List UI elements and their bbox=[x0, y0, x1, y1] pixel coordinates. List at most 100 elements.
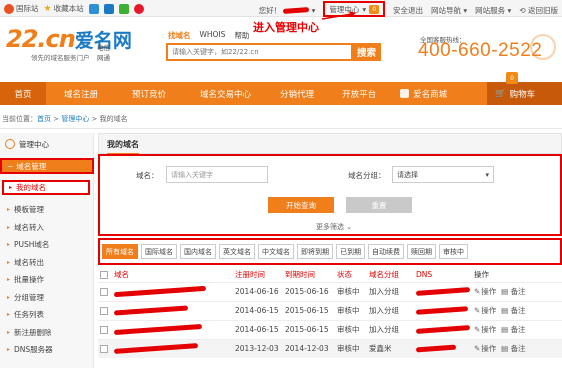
breadcrumb-home[interactable]: 首页 bbox=[37, 115, 51, 123]
sidebar-item-my-domains[interactable]: ▸ 我的域名 bbox=[2, 180, 90, 195]
breadcrumb-current: 我的域名 bbox=[99, 115, 128, 123]
intl-site-link[interactable]: 国际站 bbox=[4, 3, 39, 14]
tab-auto-renew[interactable]: 自动续费 bbox=[368, 244, 404, 259]
note-icon: ▤ bbox=[501, 344, 509, 354]
domain-redacted[interactable] bbox=[113, 305, 189, 316]
wechat-icon[interactable] bbox=[118, 3, 129, 14]
col-domain[interactable]: 域名 bbox=[112, 267, 233, 282]
old-version-link[interactable]: ⟲ 返回旧版 bbox=[519, 5, 558, 16]
tab-intl-domains[interactable]: 国际域名 bbox=[141, 244, 177, 259]
domain-table: 域名 注册时间 到期时间 状态 域名分组 DNS 操作 2014-06-16 2… bbox=[98, 267, 562, 358]
cart-count-badge: 0 bbox=[506, 72, 518, 84]
reset-button[interactable]: 重置 bbox=[346, 197, 412, 213]
search-input[interactable] bbox=[168, 48, 351, 56]
sidebar-item[interactable]: ▸ 批量操作 bbox=[0, 271, 94, 289]
phone-app-icon[interactable] bbox=[88, 3, 99, 14]
qq-icon[interactable] bbox=[103, 3, 114, 14]
domain-keyword-input[interactable]: 请输入关键字 bbox=[166, 166, 268, 183]
group-link[interactable]: 加入分组 bbox=[367, 281, 414, 301]
operate-link[interactable]: ✎操作 bbox=[474, 325, 496, 334]
star-icon: ★ bbox=[43, 3, 52, 14]
message-count-badge: 0 bbox=[369, 4, 380, 14]
store-icon bbox=[400, 89, 410, 98]
group-link[interactable]: 加入分组 bbox=[367, 319, 414, 339]
domain-redacted[interactable] bbox=[113, 285, 207, 298]
username-redacted bbox=[283, 6, 310, 14]
more-filters-toggle[interactable]: 更多筛选 ⌄ bbox=[312, 222, 357, 232]
tab-chinese-domains[interactable]: 中文域名 bbox=[258, 244, 294, 259]
group-link[interactable]: 加入分组 bbox=[367, 300, 414, 320]
phone-icon bbox=[530, 34, 556, 60]
group-link[interactable]: 爱鑫米 bbox=[367, 338, 414, 358]
tab-all-domains[interactable]: 所有域名 bbox=[102, 244, 138, 259]
sidebar-item[interactable]: ▸ 任务列表 bbox=[0, 306, 94, 324]
group-select[interactable]: 请选择 ▾ bbox=[392, 166, 494, 183]
nav-reseller[interactable]: 分销代理 bbox=[280, 82, 314, 105]
nav-open-platform[interactable]: 开放平台 bbox=[342, 82, 376, 105]
tab-cn-domains[interactable]: 国内域名 bbox=[180, 244, 216, 259]
row-checkbox[interactable] bbox=[100, 326, 108, 334]
cart-button[interactable]: 🛒 购物车 bbox=[487, 82, 562, 105]
sidebar-item[interactable]: ▸ 域名转出 bbox=[0, 254, 94, 272]
domain-redacted[interactable] bbox=[113, 343, 199, 355]
tab-under-review[interactable]: 审核中 bbox=[439, 244, 468, 259]
tab-help[interactable]: 帮助 bbox=[234, 30, 249, 41]
search-button[interactable]: 搜索 bbox=[352, 43, 381, 61]
tab-expiring[interactable]: 即将到期 bbox=[297, 244, 333, 259]
weibo-icon[interactable] bbox=[133, 3, 144, 14]
site-service-menu[interactable]: 网站服务 ▾ bbox=[475, 5, 511, 16]
wrench-icon: ✎ bbox=[474, 287, 481, 296]
logout-link[interactable]: 安全退出 bbox=[393, 5, 423, 16]
operate-link[interactable]: ✎操作 bbox=[474, 287, 496, 296]
col-reg-date[interactable]: 注册时间 bbox=[233, 267, 283, 282]
operate-link[interactable]: ✎操作 bbox=[474, 306, 496, 315]
search-input-wrap bbox=[166, 43, 353, 61]
select-all-checkbox[interactable] bbox=[100, 270, 108, 279]
domain-label: 域名： bbox=[136, 171, 159, 180]
sidebar-item[interactable]: ▸ 新注册删除 bbox=[0, 324, 94, 342]
note-link[interactable]: ▤ 备注 bbox=[501, 325, 525, 334]
globe-icon bbox=[4, 3, 14, 14]
sidebar-item[interactable]: ▸ PUSH域名 bbox=[0, 236, 94, 254]
tab-redemption[interactable]: 赎回期 bbox=[407, 244, 436, 259]
nav-preorder-bid[interactable]: 预订竞价 bbox=[132, 82, 166, 105]
nav-store[interactable]: 爱名商城 bbox=[400, 82, 447, 105]
dns-redacted bbox=[415, 344, 457, 353]
operate-link[interactable]: ✎操作 bbox=[474, 344, 496, 353]
tab-expired[interactable]: 已到期 bbox=[336, 244, 365, 259]
site-logo[interactable]: 22.cn爱名网 领先的域名服务门户 bbox=[6, 25, 132, 62]
row-checkbox[interactable] bbox=[100, 307, 108, 315]
table-row: 2013-12-03 2014-12-03 审核中 爱鑫米 ✎操作 ▤ 备注 bbox=[98, 338, 562, 358]
note-link[interactable]: ▤ 备注 bbox=[501, 306, 525, 315]
bookmark-link[interactable]: ★ 收藏本站 bbox=[44, 3, 84, 14]
tab-english-domains[interactable]: 英文域名 bbox=[219, 244, 255, 259]
note-link[interactable]: ▤ 备注 bbox=[501, 287, 525, 296]
col-exp-date[interactable]: 到期时间 bbox=[283, 267, 335, 282]
logo-slogan: 领先的域名服务门户 bbox=[31, 54, 90, 62]
tab-find-domain[interactable]: 找域名 bbox=[168, 30, 191, 41]
dns-redacted bbox=[415, 287, 471, 296]
domain-redacted[interactable] bbox=[113, 323, 203, 336]
divider bbox=[0, 128, 562, 129]
tab-whois[interactable]: WHOIS bbox=[200, 30, 226, 41]
col-status: 状态 bbox=[337, 269, 352, 279]
sidebar-item[interactable]: ▸ 分组管理 bbox=[0, 289, 94, 307]
nav-home[interactable]: 首页 bbox=[0, 82, 46, 105]
sidebar-group-domain-manage[interactable]: − 域名管理 bbox=[0, 158, 94, 174]
cart-icon: 🛒 bbox=[495, 88, 506, 99]
note-link[interactable]: ▤ 备注 bbox=[501, 344, 525, 353]
dns-redacted bbox=[415, 306, 469, 315]
sidebar-item[interactable]: ▸ DNS服务器 bbox=[0, 341, 94, 359]
row-checkbox[interactable] bbox=[100, 345, 108, 354]
nav-domain-register[interactable]: 域名注册 bbox=[64, 82, 98, 105]
sidebar-item[interactable]: ▸ 模板管理 bbox=[0, 201, 94, 219]
row-checkbox[interactable] bbox=[100, 288, 108, 296]
wrench-icon: ✎ bbox=[474, 344, 481, 354]
breadcrumb-center[interactable]: 管理中心 bbox=[61, 115, 89, 123]
nav-domain-trade[interactable]: 域名交易中心 bbox=[200, 82, 251, 105]
main-panel: 我的域名 域名： 请输入关键字 域名分组： 请选择 ▾ 开始查询 重置 更多筛选 … bbox=[98, 133, 562, 368]
site-nav-menu[interactable]: 网站导航 ▾ bbox=[431, 5, 467, 16]
sidebar-header: 管理中心 bbox=[0, 133, 93, 155]
sidebar-item[interactable]: ▸ 域名转入 bbox=[0, 219, 94, 237]
query-button[interactable]: 开始查询 bbox=[268, 197, 334, 213]
